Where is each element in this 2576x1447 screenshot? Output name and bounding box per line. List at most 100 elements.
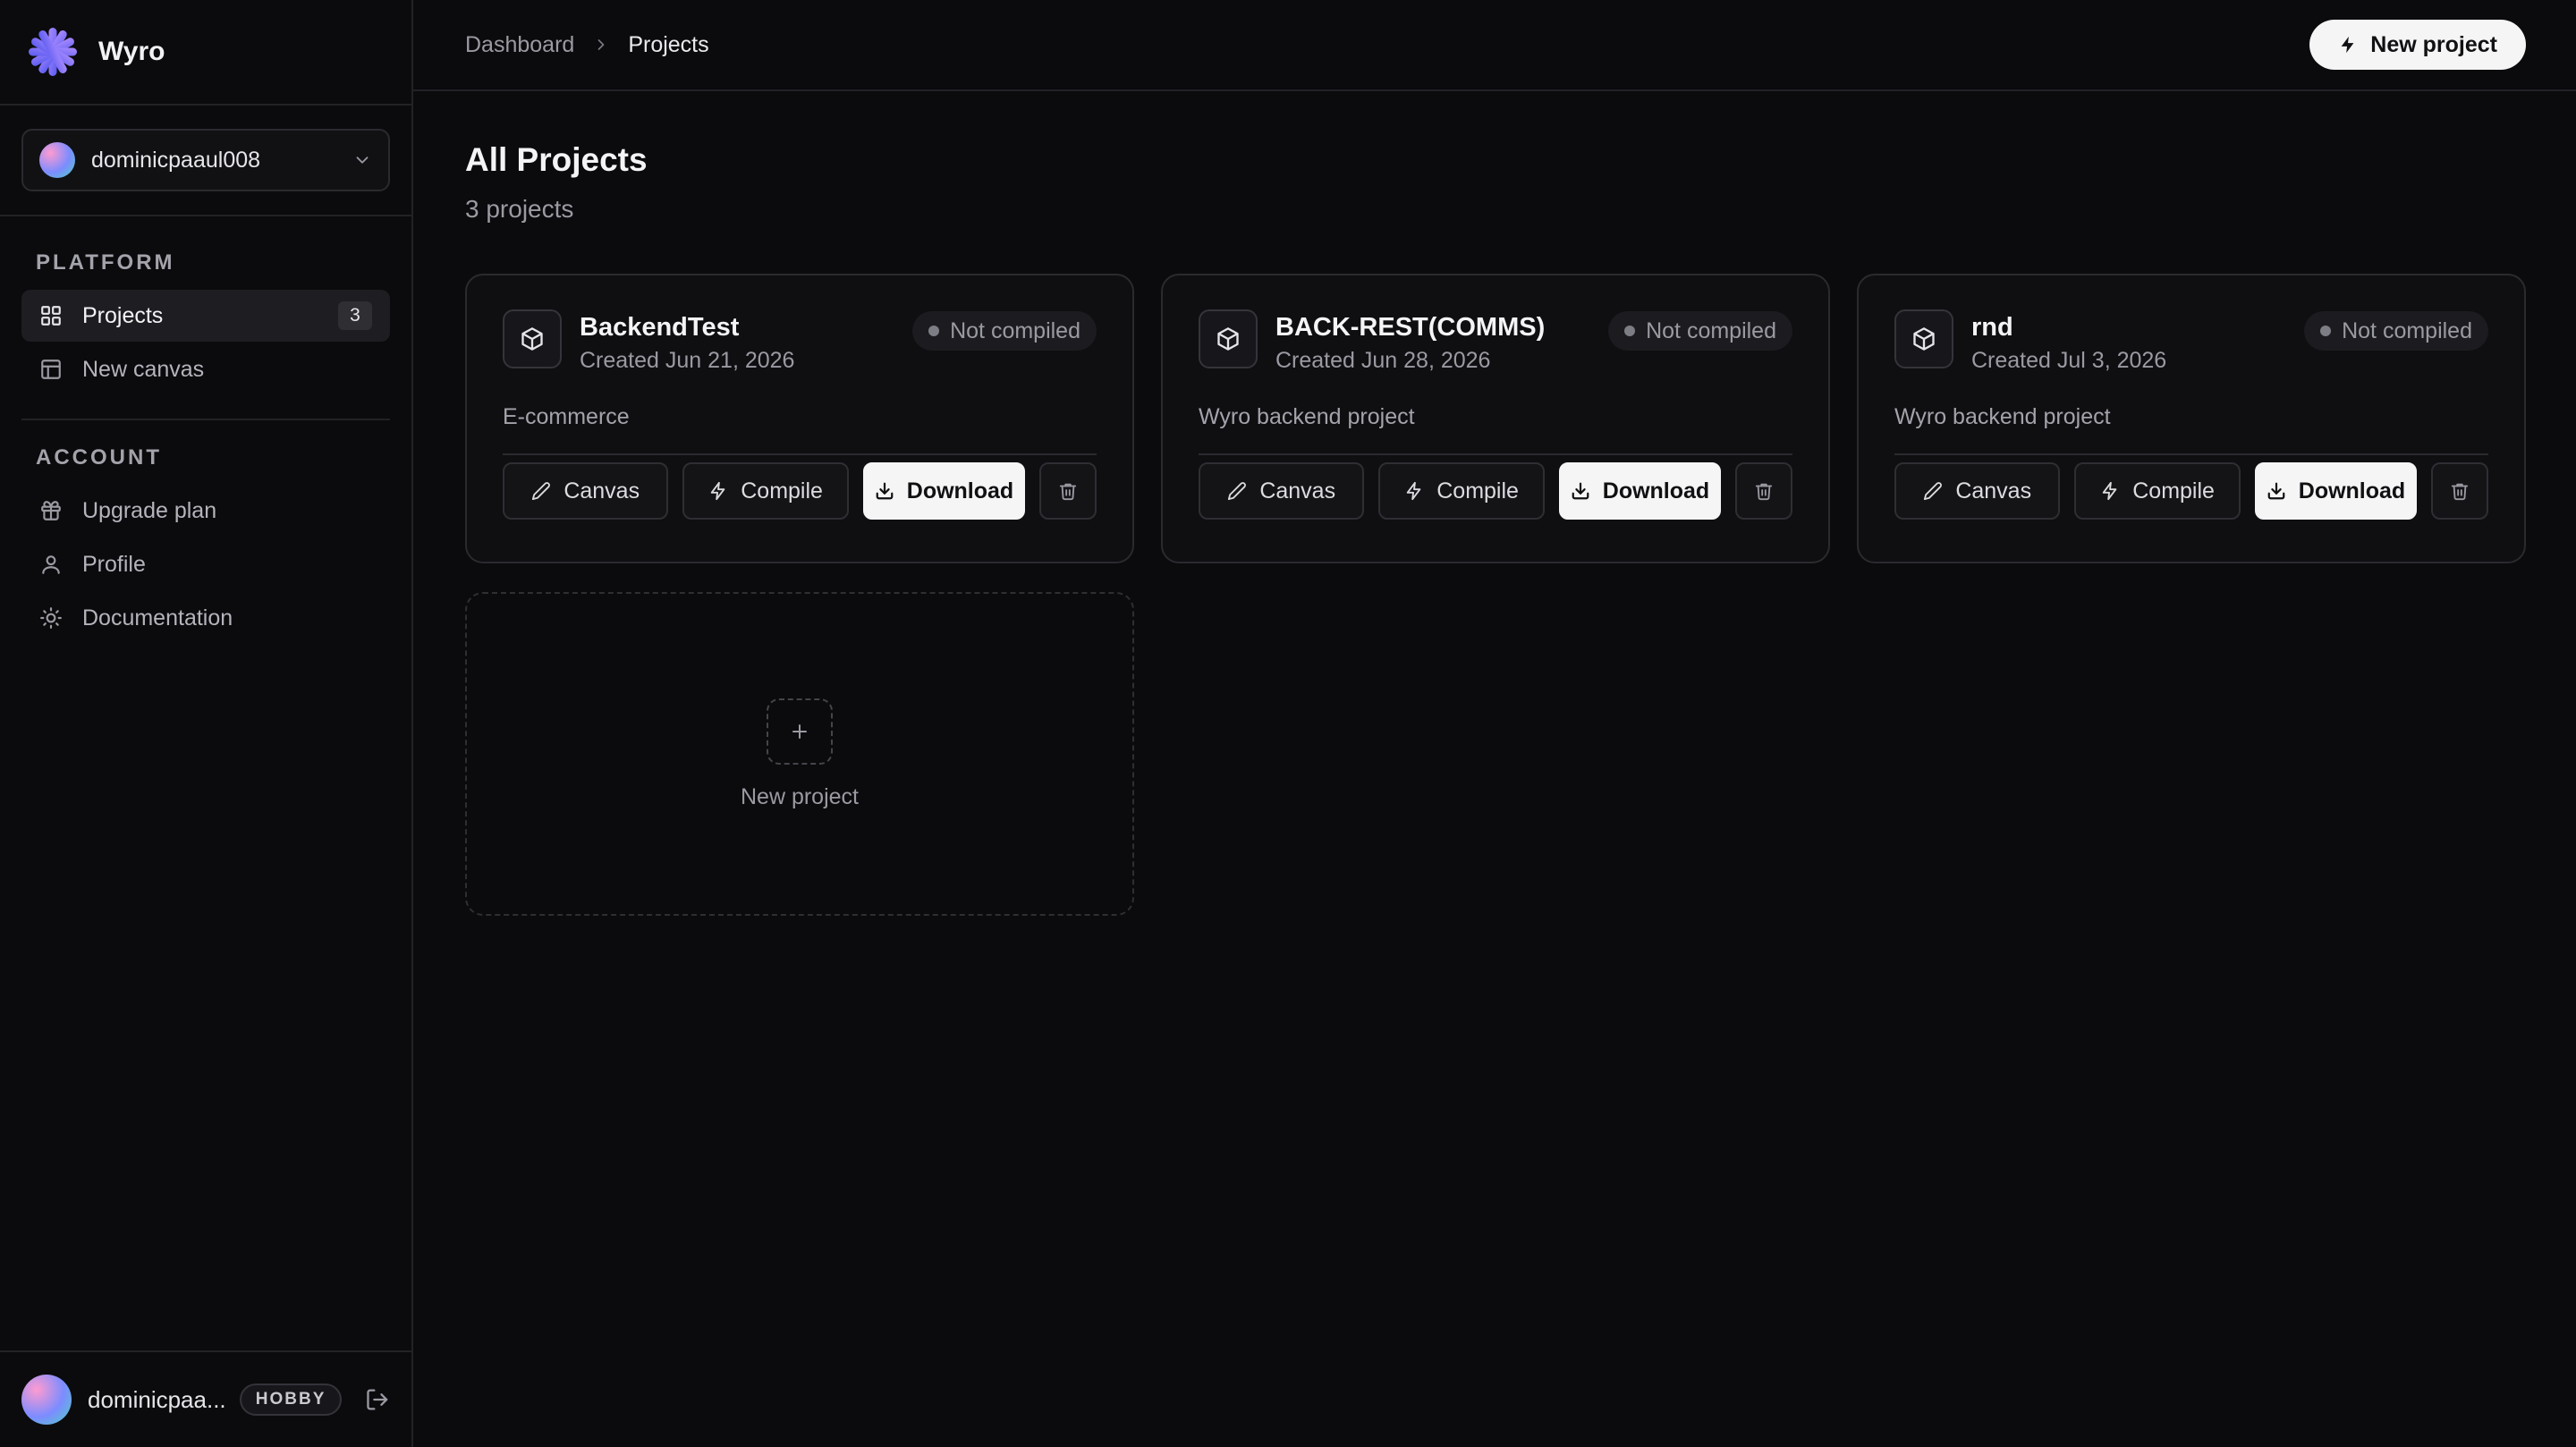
sidebar-item-label: New canvas (82, 356, 205, 382)
grid-icon (41, 306, 61, 326)
breadcrumb-dashboard[interactable]: Dashboard (465, 32, 574, 58)
footer-username: dominicpaa... (88, 1385, 226, 1413)
project-name[interactable]: rnd (1971, 313, 2304, 343)
download-icon (1572, 482, 1589, 500)
project-created-date: Created Jul 3, 2026 (1971, 348, 2167, 373)
project-description: E-commerce (503, 404, 1097, 455)
download-button[interactable]: Download (2254, 462, 2418, 520)
brand-name: Wyro (98, 37, 165, 66)
trash-icon (2451, 483, 2469, 501)
project-info: BackendTest Created Jun 21, 2026 (580, 309, 912, 374)
new-project-button-label: New project (2370, 31, 2497, 57)
status-dot (1624, 326, 1636, 336)
project-created-date: Created Jun 28, 2026 (1275, 348, 1491, 373)
download-button-label: Download (906, 478, 1014, 503)
chevron-down-icon (356, 157, 369, 164)
project-card-header: BACK-REST(COMMS) Created Jun 28, 2026 No… (1199, 309, 1792, 374)
compile-button[interactable]: Compile (682, 462, 849, 520)
status-badge: Not compiled (912, 311, 1097, 351)
status-dot (2320, 326, 2332, 336)
account-area: dominicpaaul008 (0, 106, 411, 216)
avatar (39, 142, 75, 178)
logout-icon[interactable] (365, 1387, 390, 1412)
download-button[interactable]: Download (1558, 462, 1722, 520)
canvas-button[interactable]: Canvas (1199, 462, 1365, 520)
project-description: Wyro backend project (1199, 404, 1792, 455)
project-card: BackendTest Created Jun 21, 2026 Not com… (465, 274, 1134, 563)
project-icon-box (1894, 309, 1953, 368)
sidebar-item-documentation[interactable]: Documentation (21, 592, 390, 644)
asterisk-logo-icon (29, 28, 77, 76)
sidebar-item-upgrade-plan[interactable]: Upgrade plan (21, 485, 390, 537)
topbar: Dashboard Projects New project (413, 0, 2576, 91)
new-project-button[interactable]: New project (2309, 20, 2526, 70)
delete-button[interactable] (1039, 462, 1097, 520)
status-text: Not compiled (950, 317, 1080, 343)
project-name[interactable]: BACK-REST(COMMS) (1275, 313, 1608, 343)
project-count: 3 projects (465, 195, 574, 223)
project-name[interactable]: BackendTest (580, 313, 912, 343)
canvas-button-label: Canvas (1955, 478, 2032, 503)
sidebar-footer: dominicpaa... HOBBY (0, 1350, 411, 1447)
project-card: BACK-REST(COMMS) Created Jun 28, 2026 No… (1161, 274, 1830, 563)
canvas-button[interactable]: Canvas (503, 462, 669, 520)
main-area: Dashboard Projects New project All Proje… (413, 0, 2576, 1447)
download-icon (2267, 482, 2285, 500)
new-project-card-label: New project (741, 783, 859, 809)
project-info: BACK-REST(COMMS) Created Jun 28, 2026 (1275, 309, 1608, 374)
sidebar-item-label: Documentation (82, 605, 233, 630)
gift-icon (41, 501, 61, 520)
trash-icon (1755, 483, 1773, 501)
cube-icon (1913, 327, 1935, 351)
canvas-button-label: Canvas (564, 478, 640, 503)
download-button-label: Download (2298, 478, 2406, 503)
pencil-icon (1228, 482, 1247, 501)
project-card: rnd Created Jul 3, 2026 Not compiled Wyr… (1857, 274, 2526, 563)
canvas-button[interactable]: Canvas (1894, 462, 2061, 520)
sidebar-item-profile[interactable]: Profile (21, 538, 390, 590)
avatar[interactable] (21, 1375, 72, 1425)
account-switcher-name: dominicpaaul008 (91, 147, 261, 173)
account-switcher[interactable]: dominicpaaul008 (21, 129, 390, 191)
layout-icon (41, 360, 61, 379)
user-icon (42, 555, 60, 574)
sidebar: Wyro dominicpaaul008 PLATFORM Projects 3… (0, 0, 413, 1447)
sidebar-item-projects[interactable]: Projects 3 (21, 290, 390, 342)
nav-section-platform: PLATFORM Projects 3 New canvas (0, 216, 411, 397)
compile-button[interactable]: Compile (2074, 462, 2241, 520)
compile-button-label: Compile (2132, 478, 2215, 503)
project-card-header: rnd Created Jul 3, 2026 Not compiled (1894, 309, 2488, 374)
cube-icon (1217, 327, 1239, 351)
trash-icon (1059, 483, 1077, 501)
projects-count-badge: 3 (338, 301, 372, 330)
app-root: Wyro dominicpaaul008 PLATFORM Projects 3… (0, 0, 2576, 1447)
status-badge: Not compiled (1608, 311, 1792, 351)
sidebar-item-label: Profile (82, 551, 146, 577)
download-button[interactable]: Download (862, 462, 1026, 520)
bolt-icon (2102, 481, 2117, 501)
canvas-button-label: Canvas (1259, 478, 1336, 503)
bolt-icon (2341, 36, 2354, 54)
project-actions: Canvas Compile Download (503, 462, 1097, 520)
nav-section-account: ACCOUNT Upgrade plan Profile Documentati… (21, 419, 390, 646)
project-grid: BackendTest Created Jun 21, 2026 Not com… (465, 274, 2526, 916)
section-title-account: ACCOUNT (36, 445, 162, 470)
brand[interactable]: Wyro (0, 0, 411, 106)
compile-button[interactable]: Compile (1378, 462, 1545, 520)
pencil-icon (1924, 482, 1943, 501)
delete-button[interactable] (1735, 462, 1792, 520)
status-dot (928, 326, 940, 336)
sidebar-item-label: Upgrade plan (82, 497, 217, 523)
section-title-platform: PLATFORM (36, 250, 175, 275)
bolt-icon (710, 481, 725, 501)
cube-icon (521, 327, 543, 351)
sidebar-item-new-canvas[interactable]: New canvas (21, 343, 390, 395)
delete-button[interactable] (2431, 462, 2488, 520)
project-actions: Canvas Compile Download (1199, 462, 1792, 520)
plan-badge: HOBBY (239, 1384, 343, 1416)
project-info: rnd Created Jul 3, 2026 (1971, 309, 2304, 374)
chevron-right-icon (597, 39, 605, 50)
download-button-label: Download (1602, 478, 1710, 503)
project-actions: Canvas Compile Download (1894, 462, 2488, 520)
new-project-card[interactable]: New project (465, 592, 1134, 916)
